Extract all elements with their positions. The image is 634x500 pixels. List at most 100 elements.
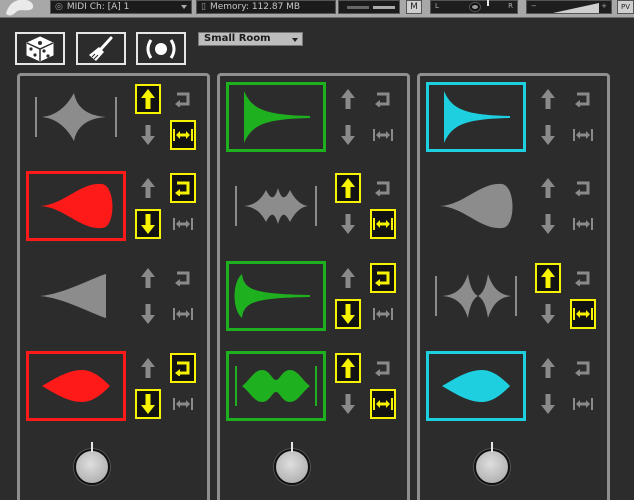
move-down-arrow-icon — [541, 214, 555, 234]
loop-toggle-button[interactable] — [570, 173, 596, 203]
loop-toggle-button[interactable] — [570, 353, 596, 383]
envelope-slot[interactable] — [426, 171, 526, 241]
pv-button[interactable]: PV — [617, 0, 634, 14]
down-toggle-button[interactable] — [335, 120, 361, 150]
envelope-slot[interactable] — [426, 261, 526, 331]
down-toggle-button[interactable] — [535, 120, 561, 150]
move-up-arrow-icon — [141, 178, 155, 198]
pan-slider-handle[interactable] — [470, 0, 489, 11]
envelope-slot[interactable] — [426, 351, 526, 421]
loop-icon — [375, 181, 390, 196]
stretch-toggle-button[interactable] — [570, 389, 596, 419]
up-toggle-button[interactable] — [535, 173, 561, 203]
loop-icon — [375, 92, 390, 107]
envelope-slot[interactable] — [226, 351, 326, 421]
pan-slider[interactable]: L R — [430, 0, 518, 14]
stretch-toggle-button[interactable] — [570, 299, 596, 329]
move-down-arrow-icon — [141, 394, 155, 414]
down-toggle-button[interactable] — [135, 299, 161, 329]
down-toggle-button[interactable] — [535, 209, 561, 239]
down-toggle-button[interactable] — [335, 209, 361, 239]
stretch-toggle-button[interactable] — [370, 120, 396, 150]
move-up-arrow-icon — [341, 89, 355, 109]
up-toggle-button[interactable] — [335, 84, 361, 114]
instrument-panel: ◎ MIDI Ch: [A] 1 ▯ Memory: 112.87 MB M L R… — [0, 0, 634, 500]
memory-value: 112.87 MB — [251, 2, 301, 12]
down-toggle-button[interactable] — [135, 209, 161, 239]
stretch-icon — [173, 398, 193, 410]
stretch-toggle-button[interactable] — [570, 209, 596, 239]
loop-toggle-button[interactable] — [370, 263, 396, 293]
stretch-toggle-button[interactable] — [370, 209, 396, 239]
loop-toggle-button[interactable] — [370, 353, 396, 383]
envelope-slot[interactable] — [26, 351, 126, 421]
layer-volume-knob[interactable] — [474, 442, 510, 485]
envelope-slot[interactable] — [226, 82, 326, 152]
up-toggle-button[interactable] — [135, 84, 161, 114]
up-toggle-button[interactable] — [535, 84, 561, 114]
stretch-toggle-button[interactable] — [570, 120, 596, 150]
up-toggle-button[interactable] — [335, 263, 361, 293]
loop-toggle-button[interactable] — [570, 263, 596, 293]
envelope-slot[interactable] — [226, 171, 326, 241]
stretch-icon — [373, 129, 393, 141]
broom-icon — [89, 36, 113, 61]
loop-toggle-button[interactable] — [170, 173, 196, 203]
down-toggle-button[interactable] — [535, 299, 561, 329]
loop-toggle-button[interactable] — [170, 263, 196, 293]
randomize-button[interactable] — [15, 32, 65, 65]
envelope-slot[interactable] — [26, 171, 126, 241]
envelope-slot[interactable] — [26, 261, 126, 331]
layer-volume-knob[interactable] — [74, 442, 110, 485]
stretch-toggle-button[interactable] — [170, 299, 196, 329]
reverb-toggle-button[interactable] — [136, 32, 186, 65]
move-up-arrow-icon — [341, 358, 355, 378]
star-shape-icon — [35, 93, 117, 141]
reverb-icon — [146, 38, 176, 59]
mute-button[interactable]: M — [406, 0, 422, 14]
reverb-type-value: Small Room — [204, 33, 271, 44]
pan-left-label: L — [435, 2, 439, 10]
move-up-arrow-icon — [141, 358, 155, 378]
loop-toggle-button[interactable] — [370, 173, 396, 203]
move-up-arrow-icon — [341, 268, 355, 288]
stretch-toggle-button[interactable] — [170, 389, 196, 419]
loop-toggle-button[interactable] — [370, 84, 396, 114]
up-toggle-button[interactable] — [535, 353, 561, 383]
lens-shape-icon — [42, 370, 110, 402]
down-toggle-button[interactable] — [135, 389, 161, 419]
up-toggle-button[interactable] — [135, 263, 161, 293]
stretch-icon — [573, 218, 593, 230]
stretch-toggle-button[interactable] — [170, 120, 196, 150]
stretch-toggle-button[interactable] — [170, 209, 196, 239]
instrument-logo-icon — [6, 0, 34, 16]
down-toggle-button[interactable] — [135, 120, 161, 150]
envelope-slot[interactable] — [426, 82, 526, 152]
chevron-down-icon — [181, 5, 187, 9]
midi-channel-field[interactable]: ◎ MIDI Ch: [A] 1 — [50, 0, 192, 14]
layer-volume-knob[interactable] — [274, 442, 310, 485]
stretch-toggle-button[interactable] — [370, 389, 396, 419]
down-toggle-button[interactable] — [535, 389, 561, 419]
loop-toggle-button[interactable] — [170, 353, 196, 383]
layer-column-green — [217, 73, 410, 500]
loop-toggle-button[interactable] — [570, 84, 596, 114]
tune-slider[interactable]: − + — [526, 0, 612, 14]
stretch-toggle-button[interactable] — [370, 299, 396, 329]
star-burst-shape-icon — [435, 274, 517, 318]
clear-button[interactable] — [76, 32, 126, 65]
reverb-type-select[interactable]: Small Room — [198, 32, 303, 46]
down-toggle-button[interactable] — [335, 299, 361, 329]
move-down-arrow-icon — [141, 214, 155, 234]
loop-toggle-button[interactable] — [170, 84, 196, 114]
down-toggle-button[interactable] — [335, 389, 361, 419]
up-toggle-button[interactable] — [535, 263, 561, 293]
up-toggle-button[interactable] — [335, 173, 361, 203]
midi-icon: ◎ — [55, 2, 63, 12]
up-toggle-button[interactable] — [135, 173, 161, 203]
up-toggle-button[interactable] — [335, 353, 361, 383]
move-up-arrow-icon — [341, 178, 355, 198]
envelope-slot[interactable] — [26, 82, 126, 152]
envelope-slot[interactable] — [226, 261, 326, 331]
up-toggle-button[interactable] — [135, 353, 161, 383]
